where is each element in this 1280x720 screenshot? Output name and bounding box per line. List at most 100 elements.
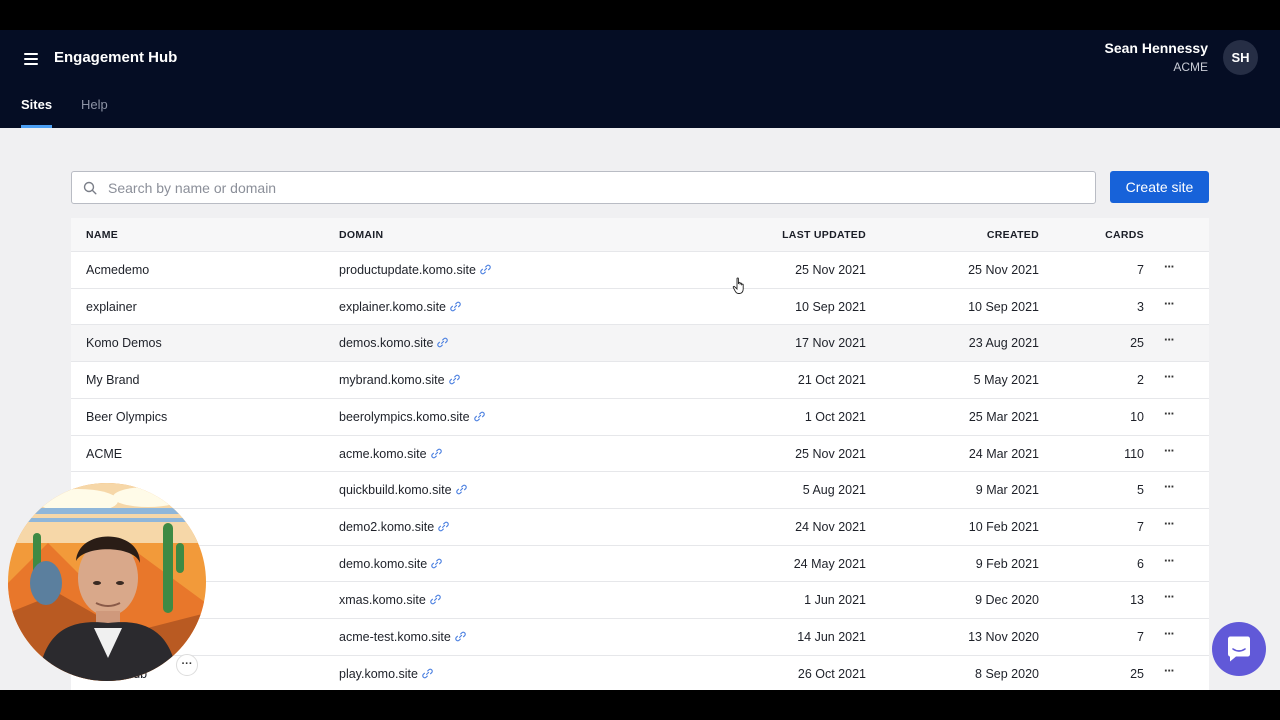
top-header: Engagement Hub Sean Hennessy ACME SH Sit… xyxy=(0,30,1280,128)
site-domain-link[interactable]: xmas.komo.site xyxy=(339,593,441,607)
row-more-options-button[interactable]: ··· xyxy=(1161,333,1177,348)
row-more-options-button[interactable]: ··· xyxy=(1161,517,1177,532)
site-domain-link[interactable]: acme.komo.site xyxy=(339,447,442,461)
row-more-options-button[interactable]: ··· xyxy=(1161,589,1177,605)
site-domain: acme-test.komo.site xyxy=(339,630,451,644)
site-last-updated: 10 Sep 2021 xyxy=(795,299,866,314)
sites-table: NAME DOMAIN LAST UPDATED CREATED CARDS A… xyxy=(71,218,1209,690)
column-header-domain[interactable]: DOMAIN xyxy=(339,229,383,241)
site-domain-link[interactable]: acme-test.komo.site xyxy=(339,630,466,644)
link-icon xyxy=(431,558,443,568)
table-row[interactable]: ACME acme.komo.site 25 Nov 2021 24 Mar 2021… xyxy=(71,434,1209,472)
site-created: 10 Feb 2021 xyxy=(968,519,1039,534)
site-domain-link[interactable]: play.komo.site xyxy=(339,667,433,681)
site-created: 24 Mar 2021 xyxy=(968,446,1039,461)
site-domain-link[interactable]: quickbuild.komo.site xyxy=(339,483,467,497)
more-horizontal-icon: ··· xyxy=(1164,369,1175,385)
search-icon xyxy=(83,181,97,195)
site-last-updated: 24 May 2021 xyxy=(793,556,866,571)
site-domain: demo2.komo.site xyxy=(339,519,435,534)
site-domain-link[interactable]: explainer.komo.site xyxy=(339,300,461,314)
site-domain: explainer.komo.site xyxy=(339,299,447,314)
presenter-webcam-bubble[interactable] xyxy=(8,483,206,681)
more-horizontal-icon: ··· xyxy=(1164,405,1175,421)
column-header-last-updated[interactable]: LAST UPDATED xyxy=(782,229,866,241)
hamburger-menu-button[interactable] xyxy=(20,49,42,69)
table-row[interactable]: demo2.komo.site 24 Nov 2021 10 Feb 2021 7 ··… xyxy=(71,507,1209,545)
table-row[interactable]: acme-test.komo.site 14 Jun 2021 13 Nov 202… xyxy=(71,618,1209,655)
row-more-options-button[interactable]: ··· xyxy=(1161,664,1177,679)
hand-cursor-icon xyxy=(732,277,744,294)
search-input[interactable] xyxy=(108,172,1088,203)
column-header-name[interactable]: NAME xyxy=(86,229,118,241)
table-row[interactable]: demo.komo.site 24 May 2021 9 Feb 2021 6 ··· xyxy=(71,544,1209,582)
row-more-options-button[interactable]: ··· xyxy=(1161,444,1177,459)
site-domain: mybrand.komo.site xyxy=(339,373,445,388)
column-header-created[interactable]: CREATED xyxy=(987,229,1039,241)
site-domain: demos.komo.site xyxy=(339,336,434,351)
tab-help[interactable]: Help xyxy=(81,97,108,112)
site-cards: 7 xyxy=(1137,630,1144,644)
site-domain-link[interactable]: mybrand.komo.site xyxy=(339,373,460,387)
site-last-updated: 24 Nov 2021 xyxy=(795,519,866,534)
app-title: Engagement Hub xyxy=(54,49,178,66)
row-more-options-button[interactable]: ··· xyxy=(1161,480,1177,495)
row-more-options-button[interactable]: ··· xyxy=(1161,297,1177,312)
webcam-options-button[interactable]: ··· xyxy=(176,654,198,676)
table-row[interactable]: ...ildquickbuild.komo.site5 Aug 20219 Ma… xyxy=(71,471,1209,508)
table-row[interactable]: Komo Demos demos.komo.site 17 Nov 2021 23 A… xyxy=(71,324,1209,362)
link-icon xyxy=(437,338,449,348)
site-domain: acme.komo.site xyxy=(339,446,427,461)
site-domain-link[interactable]: demo.komo.site xyxy=(339,557,443,571)
chat-icon xyxy=(1228,636,1250,662)
chat-launcher-button[interactable] xyxy=(1212,622,1266,676)
site-last-updated: 21 Oct 2021 xyxy=(797,373,866,388)
site-created: 25 Nov 2021 xyxy=(968,263,1039,277)
site-domain-link[interactable]: beerolympics.komo.site xyxy=(339,410,485,424)
table-row[interactable]: Beer Olympics beerolympics.komo.site 1 Oct… xyxy=(71,397,1209,435)
row-more-options-button[interactable]: ··· xyxy=(1161,369,1177,385)
site-domain-link[interactable]: demos.komo.site xyxy=(339,336,449,351)
link-icon xyxy=(455,484,467,495)
link-icon xyxy=(438,521,449,532)
site-domain: play.komo.site xyxy=(339,666,418,681)
hamburger-icon xyxy=(24,53,38,55)
column-header-cards[interactable]: CARDS xyxy=(1105,229,1144,241)
site-domain-link[interactable]: productupdate.komo.site xyxy=(339,263,491,277)
table-row[interactable]: My Brand mybrand.komo.site 21 Oct 2021 5 Ma… xyxy=(71,361,1209,398)
row-more-options-button[interactable]: ··· xyxy=(1161,626,1177,642)
site-domain: beerolympics.komo.site xyxy=(339,409,470,424)
site-cards: 110 xyxy=(1124,446,1144,461)
site-last-updated: 5 Aug 2021 xyxy=(802,483,866,498)
avatar[interactable]: SH xyxy=(1223,40,1258,75)
video-letterbox-top xyxy=(0,0,1280,30)
table-row[interactable]: ...emo Hubplay.komo.site26 Oct 20218 Sep… xyxy=(71,654,1209,690)
create-site-button[interactable]: Create site xyxy=(1110,171,1209,203)
more-horizontal-icon: ··· xyxy=(1164,259,1175,274)
site-last-updated: 26 Oct 2021 xyxy=(797,666,866,681)
site-created: 25 Mar 2021 xyxy=(968,409,1039,424)
row-more-options-button[interactable]: ··· xyxy=(1161,259,1177,275)
site-cards: 6 xyxy=(1137,556,1144,571)
site-domain: xmas.komo.site xyxy=(339,593,426,608)
site-last-updated: 1 Oct 2021 xyxy=(804,409,866,424)
table-row[interactable]: Acmedemo productupdate.komo.site 25 Nov 20… xyxy=(71,251,1209,288)
table-row[interactable]: explainer explainer.komo.site 10 Sep 2021 1… xyxy=(71,287,1209,325)
app-window: Engagement Hub Sean Hennessy ACME SH Sit… xyxy=(0,30,1280,690)
site-cards: 25 xyxy=(1130,666,1144,681)
site-created: 10 Sep 2021 xyxy=(968,299,1039,314)
site-domain-link[interactable]: demo2.komo.site xyxy=(339,520,449,534)
site-name: Beer Olympics xyxy=(86,409,168,424)
row-more-options-button[interactable]: ··· xyxy=(1161,554,1177,569)
site-created: 9 Dec 2020 xyxy=(975,593,1039,608)
active-tab-indicator xyxy=(21,125,52,128)
tab-sites[interactable]: Sites xyxy=(21,97,52,112)
row-more-options-button[interactable]: ··· xyxy=(1161,405,1177,422)
more-horizontal-icon: ··· xyxy=(1164,626,1175,641)
site-domain: productupdate.komo.site xyxy=(339,263,476,277)
table-row[interactable]: xmas.komo.site 1 Jun 2021 9 Dec 2020 13 ··· xyxy=(71,581,1209,618)
more-horizontal-icon: ··· xyxy=(1164,589,1175,605)
link-icon xyxy=(448,374,460,385)
site-cards: 5 xyxy=(1137,483,1144,498)
link-icon xyxy=(473,411,485,422)
